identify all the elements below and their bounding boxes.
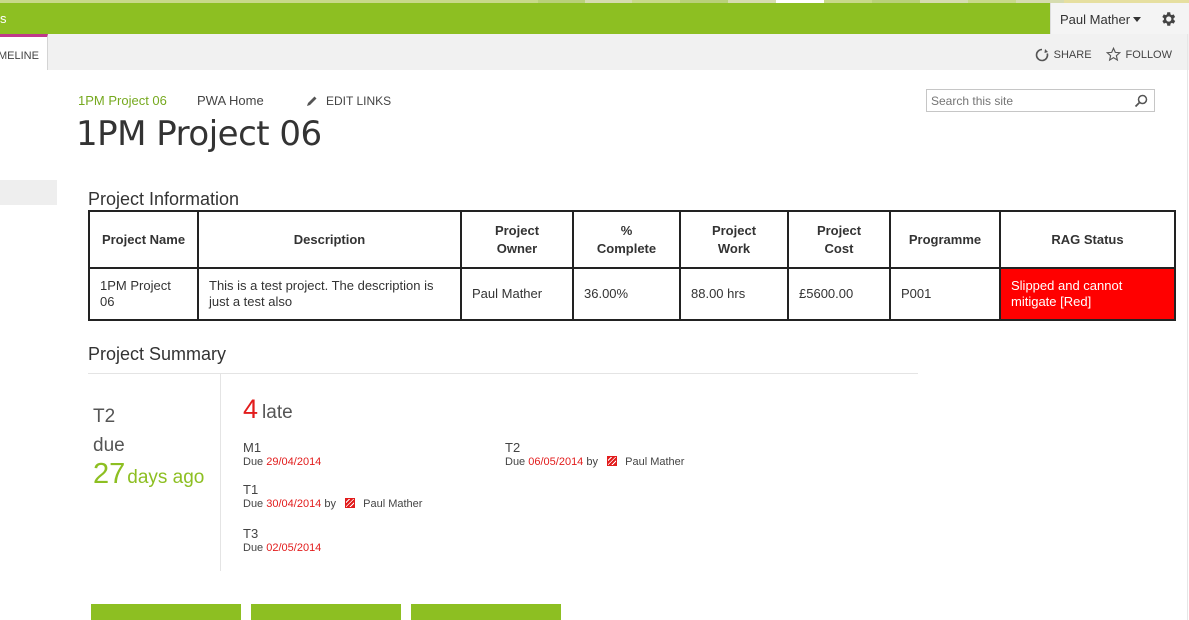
- page-scroll-edge: [1187, 34, 1188, 620]
- tile-2[interactable]: [251, 604, 401, 620]
- search-box[interactable]: [926, 89, 1155, 112]
- summary-column-divider: [220, 374, 221, 571]
- late-label: late: [262, 402, 293, 423]
- tile-3[interactable]: [411, 604, 561, 620]
- cell-project-work: 88.00 hrs: [679, 267, 789, 321]
- suite-bar: s Paul Mather: [0, 0, 1189, 34]
- task-name[interactable]: M1: [243, 440, 321, 455]
- next-task-due-label: due: [93, 435, 125, 456]
- follow-button[interactable]: FOLLOW: [1105, 47, 1172, 62]
- share-button[interactable]: SHARE: [1035, 47, 1092, 62]
- person-presence-icon: [345, 498, 356, 508]
- cell-project-name: 1PM Project 06: [88, 267, 199, 321]
- task-due-date: 29/04/2014: [266, 456, 322, 468]
- gear-icon[interactable]: [1159, 10, 1177, 28]
- user-menu[interactable]: Paul Mather: [1050, 3, 1189, 34]
- task-due-prefix: Due: [243, 456, 264, 468]
- left-nav-item[interactable]: [0, 180, 57, 205]
- col-header-description: Description: [197, 210, 462, 269]
- task-due-prefix: Due: [505, 456, 526, 468]
- share-icon: [1035, 48, 1048, 61]
- list-item: T2 Due 06/05/2014 by Paul Mather: [505, 440, 684, 468]
- task-name[interactable]: T2: [505, 440, 684, 455]
- nav-link-site[interactable]: 1PM Project 06: [78, 93, 167, 108]
- edit-links-button[interactable]: EDIT LINKS: [306, 94, 391, 108]
- edit-links-label: EDIT LINKS: [326, 94, 392, 108]
- late-count: 4: [243, 394, 259, 424]
- cell-programme: P001: [889, 267, 1001, 321]
- tile-1[interactable]: [91, 604, 241, 620]
- next-task-panel: T2 due: [93, 402, 125, 460]
- cell-rag-status: Slipped and cannot mitigate [Red]: [999, 267, 1176, 321]
- pencil-icon: [307, 96, 317, 106]
- col-header-programme: Programme: [889, 210, 1001, 269]
- cell-complete: 36.00%: [572, 267, 681, 321]
- cell-description: This is a test project. The description …: [197, 267, 462, 321]
- tab-timeline[interactable]: MELINE: [0, 34, 48, 70]
- user-name[interactable]: Paul Mather: [1060, 12, 1142, 27]
- task-assignee[interactable]: Paul Mather: [363, 498, 422, 510]
- list-item: M1 Due 29/04/2014: [243, 440, 321, 468]
- col-header-project-name: Project Name: [88, 210, 199, 269]
- task-due-prefix: Due: [243, 498, 264, 510]
- cell-project-owner: Paul Mather: [460, 267, 574, 321]
- table-header-row: Project Name Description Project Owner %…: [88, 210, 1176, 269]
- task-by-label: by: [324, 498, 336, 510]
- nav-link-pwa-home[interactable]: PWA Home: [197, 93, 264, 108]
- task-due-date: 30/04/2014: [266, 498, 322, 510]
- project-information-table: Project Name Description Project Owner %…: [88, 210, 1176, 321]
- list-item: T3 Due 02/05/2014: [243, 526, 321, 554]
- col-header-complete: % Complete: [572, 210, 681, 269]
- suite-color-strip: [0, 0, 1189, 3]
- col-header-rag-status: RAG Status: [999, 210, 1176, 269]
- list-item: T1 Due 30/04/2014 by Paul Mather: [243, 482, 422, 510]
- task-name[interactable]: T3: [243, 526, 321, 541]
- col-header-project-cost: Project Cost: [787, 210, 891, 269]
- search-icon[interactable]: [1134, 94, 1148, 108]
- next-task-name[interactable]: T2: [93, 402, 125, 431]
- cell-project-cost: £5600.00: [787, 267, 891, 321]
- task-due-date: 02/05/2014: [266, 542, 322, 554]
- col-header-project-owner: Project Owner: [460, 210, 574, 269]
- days-ago-number: 27: [93, 458, 126, 490]
- person-presence-icon: [607, 456, 618, 466]
- task-name[interactable]: T1: [243, 482, 422, 497]
- table-row: 1PM Project 06 This is a test project. T…: [88, 267, 1176, 321]
- page-title: 1PM Project 06: [76, 114, 322, 154]
- chevron-down-icon: [1133, 17, 1142, 22]
- days-ago: 27 days ago: [93, 458, 204, 491]
- app-title[interactable]: s: [0, 11, 7, 26]
- star-icon: [1105, 47, 1121, 62]
- late-count-header[interactable]: 4 late: [243, 394, 293, 425]
- search-input[interactable]: [931, 93, 1126, 109]
- col-header-project-work: Project Work: [679, 210, 789, 269]
- summary-divider-line: [88, 373, 918, 374]
- task-assignee[interactable]: Paul Mather: [625, 456, 684, 468]
- task-due-date: 06/05/2014: [528, 456, 584, 468]
- ribbon-row: MELINE SHARE FOLLOW: [0, 34, 1189, 70]
- task-due-prefix: Due: [243, 542, 264, 554]
- project-summary-title: Project Summary: [88, 344, 227, 364]
- share-follow-bar: SHARE FOLLOW: [1021, 47, 1172, 62]
- project-information-title: Project Information: [88, 189, 240, 209]
- days-ago-text: days ago: [127, 467, 205, 488]
- task-by-label: by: [586, 456, 598, 468]
